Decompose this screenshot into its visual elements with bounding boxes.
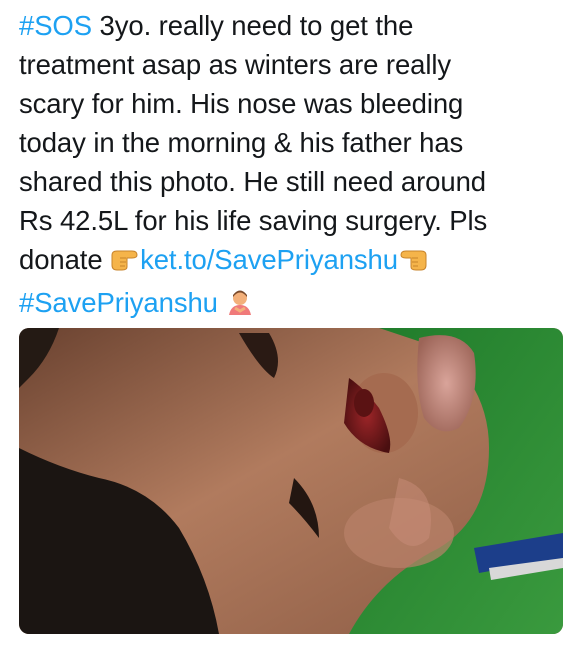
tweet-line-8: #SavePriyanshu xyxy=(19,283,579,326)
tweet-line-7: donate ket.to/SavePriyanshu xyxy=(19,240,579,283)
tweet-photo[interactable] xyxy=(19,328,563,634)
tweet-text: #SOS 3yo. really need to get the treatme… xyxy=(19,6,579,326)
tweet-line-4: today in the morning & his father has xyxy=(19,127,464,158)
photo-attachment-image xyxy=(19,328,563,634)
person-bowing-emoji-icon xyxy=(225,287,255,326)
tweet-line-6: Rs 42.5L for his life saving surgery. Pl… xyxy=(19,205,488,236)
donate-text: donate xyxy=(19,244,111,275)
tweet-line-5: shared this photo. He still need around xyxy=(19,166,486,197)
tweet-line-1-text: 3yo. really need to get the xyxy=(91,10,414,41)
tweet-line-1: #SOS 3yo. really need to get the xyxy=(19,6,579,45)
hashtag-sos-link[interactable]: #SOS xyxy=(19,10,92,41)
pointing-left-emoji-icon xyxy=(398,244,428,283)
tweet-line-3: scary for him. His nose was bleeding xyxy=(19,88,464,119)
donation-link[interactable]: ket.to/SavePriyanshu xyxy=(140,244,398,275)
hashtag-savepriyanshu-link[interactable]: #SavePriyanshu xyxy=(19,287,218,318)
pointing-right-emoji-icon xyxy=(110,244,140,283)
tweet-line-2: treatment asap as winters are really xyxy=(19,49,452,80)
